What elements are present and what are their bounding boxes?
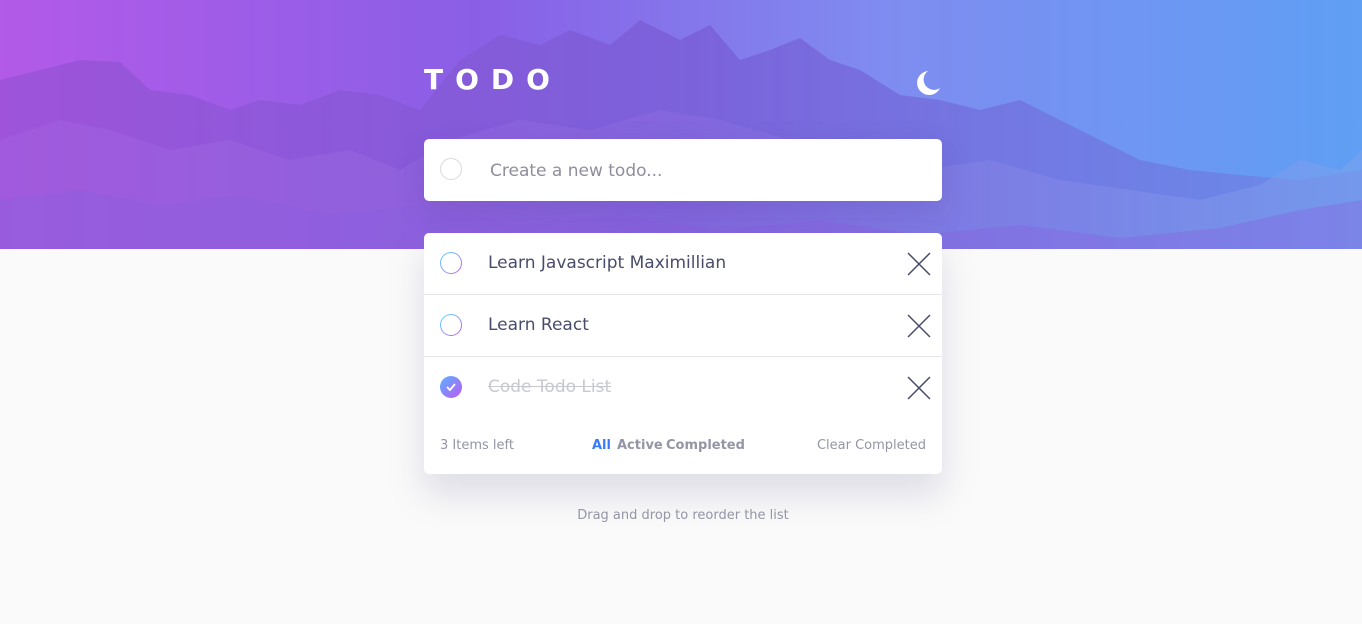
todo-item[interactable]: Learn React: [424, 295, 942, 357]
todo-checkbox[interactable]: [440, 252, 462, 274]
reorder-hint: Drag and drop to reorder the list: [577, 508, 789, 523]
header-background: [0, 0, 1362, 249]
close-icon[interactable]: [906, 313, 932, 339]
close-icon[interactable]: [906, 375, 932, 401]
app-title: TODO: [424, 63, 562, 96]
filter-completed[interactable]: Completed: [666, 437, 745, 455]
todo-text: Learn Javascript Maximillian: [488, 253, 727, 273]
mountain-background-image: [0, 20, 1362, 249]
todo-item[interactable]: Code Todo List: [424, 357, 942, 419]
todo-checkbox-checked[interactable]: [440, 376, 462, 398]
filter-all[interactable]: All: [592, 437, 611, 455]
theme-toggle-button[interactable]: [912, 68, 942, 98]
todo-footer: 3 Items left All Active Completed Clear …: [424, 419, 942, 471]
items-left-count: 3 Items left: [440, 438, 514, 453]
check-icon: [446, 383, 456, 391]
todo-checkbox[interactable]: [440, 314, 462, 336]
close-icon[interactable]: [906, 251, 932, 277]
todo-list: Learn Javascript Maximillian Learn React…: [424, 233, 942, 474]
new-todo-input[interactable]: [488, 153, 922, 189]
moon-icon: [917, 71, 940, 95]
filter-active[interactable]: Active: [617, 437, 663, 455]
new-todo-checkbox[interactable]: [440, 158, 462, 180]
new-todo-card: [424, 139, 942, 201]
todo-text: Learn React: [488, 315, 589, 335]
todo-item[interactable]: Learn Javascript Maximillian: [424, 233, 942, 295]
clear-completed-button[interactable]: Clear Completed: [817, 437, 926, 455]
todo-text: Code Todo List: [488, 377, 612, 397]
